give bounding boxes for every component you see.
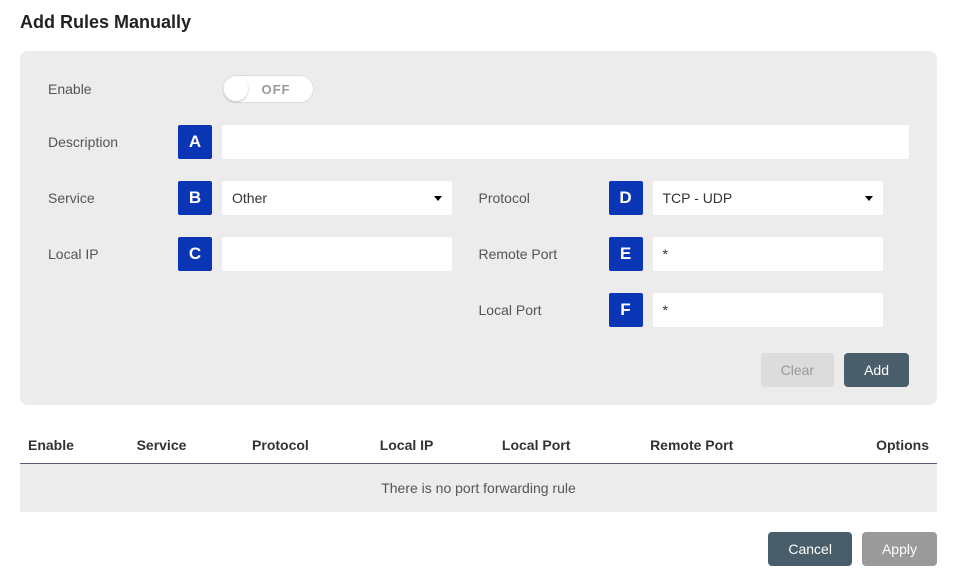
service-value: Other bbox=[232, 190, 267, 206]
enable-toggle[interactable]: OFF bbox=[222, 75, 314, 103]
form-button-row: Clear Add bbox=[48, 353, 909, 387]
th-local-ip: Local IP bbox=[372, 427, 494, 464]
empty-row: There is no port forwarding rule bbox=[20, 464, 937, 513]
toggle-off-label: OFF bbox=[248, 82, 312, 97]
protocol-label: Protocol bbox=[479, 190, 609, 206]
rules-table-wrap: Enable Service Protocol Local IP Local P… bbox=[20, 427, 937, 512]
clear-button[interactable]: Clear bbox=[761, 353, 834, 387]
badge-b: B bbox=[178, 181, 212, 215]
enable-label: Enable bbox=[48, 81, 178, 97]
local-port-label: Local Port bbox=[479, 302, 609, 318]
badge-e: E bbox=[609, 237, 643, 271]
badge-d: D bbox=[609, 181, 643, 215]
remote-port-input[interactable] bbox=[653, 237, 883, 271]
th-enable: Enable bbox=[20, 427, 129, 464]
description-input[interactable] bbox=[222, 125, 909, 159]
add-button[interactable]: Add bbox=[844, 353, 909, 387]
badge-a: A bbox=[178, 125, 212, 159]
toggle-knob bbox=[224, 77, 248, 101]
badge-f: F bbox=[609, 293, 643, 327]
row-localip-remoteport: Local IP C Remote Port E bbox=[48, 237, 909, 271]
protocol-select[interactable]: TCP - UDP bbox=[653, 181, 883, 215]
apply-button[interactable]: Apply bbox=[862, 532, 937, 566]
protocol-value: TCP - UDP bbox=[663, 190, 733, 206]
service-label: Service bbox=[48, 190, 178, 206]
rules-table: Enable Service Protocol Local IP Local P… bbox=[20, 427, 937, 512]
remote-port-label: Remote Port bbox=[479, 246, 609, 262]
local-ip-label: Local IP bbox=[48, 246, 178, 262]
local-ip-input[interactable] bbox=[222, 237, 452, 271]
page-title: Add Rules Manually bbox=[20, 12, 937, 33]
chevron-down-icon bbox=[434, 196, 442, 201]
row-localport: Local Port F bbox=[48, 293, 909, 327]
th-local-port: Local Port bbox=[494, 427, 642, 464]
row-description: Description A bbox=[48, 125, 909, 159]
chevron-down-icon bbox=[865, 196, 873, 201]
add-rule-form: Enable OFF Description A Service B Other bbox=[20, 51, 937, 405]
description-label: Description bbox=[48, 134, 178, 150]
footer-button-row: Cancel Apply bbox=[20, 532, 937, 566]
th-remote-port: Remote Port bbox=[642, 427, 816, 464]
row-service-protocol: Service B Other Protocol D TCP - UDP bbox=[48, 181, 909, 215]
local-port-input[interactable] bbox=[653, 293, 883, 327]
service-select[interactable]: Other bbox=[222, 181, 452, 215]
badge-c: C bbox=[178, 237, 212, 271]
cancel-button[interactable]: Cancel bbox=[768, 532, 852, 566]
th-options: Options bbox=[816, 427, 937, 464]
th-service: Service bbox=[129, 427, 244, 464]
th-protocol: Protocol bbox=[244, 427, 372, 464]
row-enable: Enable OFF bbox=[48, 75, 909, 103]
